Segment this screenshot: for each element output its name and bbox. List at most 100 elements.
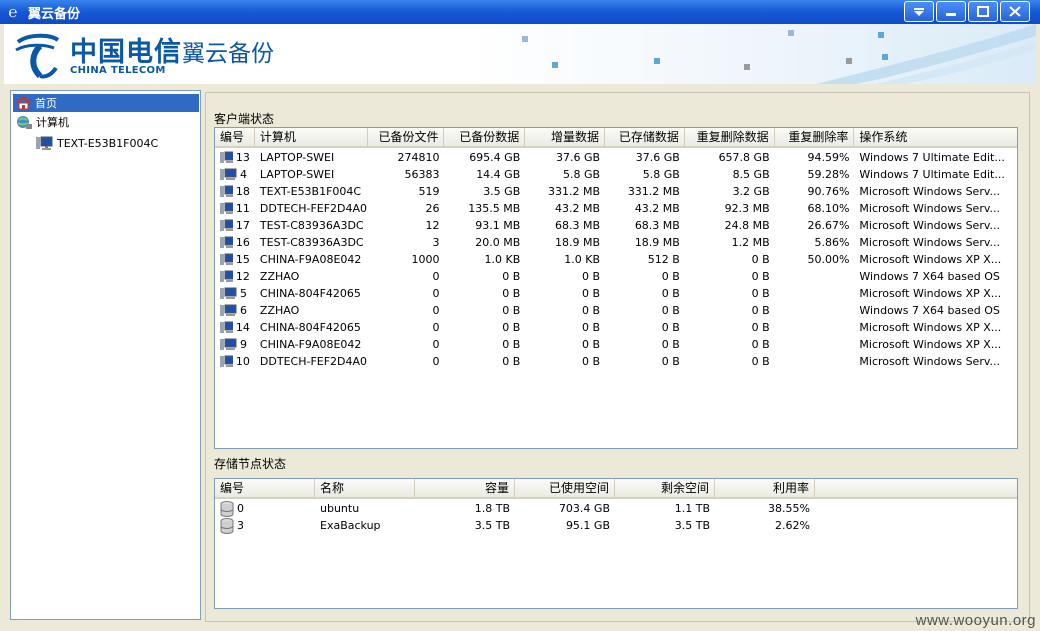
cell-id-text: 0 <box>237 502 244 515</box>
table-row[interactable]: 18 TEXT-E53B1F004C 519 3.5 GB 331.2 MB 331.2 … <box>215 183 1017 200</box>
storage-status-table[interactable]: 编号 名称 容量 已使用空间 剩余空间 利用率 0 ubuntu 1.8 TB 703… <box>214 478 1018 609</box>
cell-files: 0 <box>432 338 440 351</box>
col-header-incremental[interactable]: 增量数据 <box>525 128 606 146</box>
computer-icon <box>220 151 233 163</box>
col-header-dedup-rate[interactable]: 重复删除率 <box>775 128 855 146</box>
cell-id-text: 10 <box>235 355 250 368</box>
home-icon <box>16 96 31 110</box>
cell-rate: 26.67% <box>807 219 850 232</box>
table-row[interactable]: 4 LAPTOP-SWEI 56383 14.4 GB 5.8 GB 5.8 GB 8.5 … <box>215 166 1017 183</box>
cell-stored: 37.6 GB <box>635 151 680 164</box>
cell-incr: 0 B <box>582 338 601 351</box>
cell-incr: 5.8 GB <box>562 168 601 181</box>
cell-os: Microsoft Windows Serv... <box>859 236 1000 249</box>
table-row[interactable]: 0 ubuntu 1.8 TB 703.4 GB 1.1 TB 38.55% <box>215 500 1017 517</box>
client-status-table[interactable]: 编号 计算机 已备份文件 已备份数据 增量数据 已存储数据 重复删除数据 重复删… <box>214 127 1018 449</box>
col-header-used[interactable]: 已使用空间 <box>515 479 615 497</box>
cell-files: 56383 <box>404 168 440 181</box>
network-globe-icon <box>17 115 32 129</box>
cell-files: 26 <box>425 202 440 215</box>
dropdown-button[interactable] <box>904 1 934 22</box>
minimize-button[interactable] <box>936 1 966 22</box>
cell-backed: 20.0 MB <box>475 236 521 249</box>
table-row[interactable]: 13 LAPTOP-SWEI 274810 695.4 GB 37.6 GB 37.6 G… <box>215 149 1017 166</box>
col-header-id[interactable]: 编号 <box>215 128 255 146</box>
cell-used: 95.1 GB <box>565 519 610 532</box>
close-button[interactable] <box>1000 1 1030 22</box>
cell-id: 15 <box>215 253 255 266</box>
cell-files: 0 <box>432 287 440 300</box>
cell-stored: 0 B <box>661 321 680 334</box>
storage-rows: 0 ubuntu 1.8 TB 703.4 GB 1.1 TB 38.55% 3 ExaBac… <box>215 499 1017 534</box>
maximize-button[interactable] <box>968 1 998 22</box>
cell-files: 0 <box>432 270 440 283</box>
col-header-stored[interactable]: 已存储数据 <box>605 128 685 146</box>
col-header-computer[interactable]: 计算机 <box>255 128 368 146</box>
table-row[interactable]: 15 CHINA-F9A08E042 1000 1.0 KB 1.0 KB 512 B 0 … <box>215 251 1017 268</box>
computer-icon <box>220 253 233 265</box>
cell-files: 3 <box>432 236 440 249</box>
table-row[interactable]: 17 TEST-C83936A3DC 12 93.1 MB 68.3 MB 68.3 MB… <box>215 217 1017 234</box>
col-header-files[interactable]: 已备份文件 <box>368 128 445 146</box>
cell-backed: 135.5 MB <box>468 202 521 215</box>
computer-icon <box>220 304 237 316</box>
navigation-tree[interactable]: 首页 计算机 TEXT-E53B1F004C <box>10 90 201 620</box>
computer-icon <box>220 168 237 180</box>
cell-id: 3 <box>215 517 315 534</box>
cell-files: 519 <box>418 185 440 198</box>
table-row[interactable]: 16 TEST-C83936A3DC 3 20.0 MB 18.9 MB 18.9 MB 1… <box>215 234 1017 251</box>
computer-icon <box>220 321 233 333</box>
minimize-icon <box>946 12 956 16</box>
cell-dedup: 0 B <box>751 270 770 283</box>
col-header-free[interactable]: 剩余空间 <box>615 479 715 497</box>
cell-dedup: 657.8 GB <box>718 151 770 164</box>
cell-os: Microsoft Windows XP X... <box>859 253 1002 266</box>
tree-item-home[interactable]: 首页 <box>13 94 199 112</box>
table-row[interactable]: 3 ExaBackup 3.5 TB 95.1 GB 3.5 TB 2.62% <box>215 517 1017 534</box>
cell-incr: 18.9 MB <box>555 236 601 249</box>
watermark: www.wooyun.org <box>915 612 1036 629</box>
storage-disk-icon <box>220 500 234 517</box>
table-row[interactable]: 10 DDTECH-FEF2D4A0 0 0 B 0 B 0 B 0 B Microsoft … <box>215 353 1017 370</box>
table-row[interactable]: 9 CHINA-F9A08E042 0 0 B 0 B 0 B 0 B Microsoft W… <box>215 336 1017 353</box>
table-row[interactable]: 6 ZZHAO 0 0 B 0 B 0 B 0 B Windows 7 X64 based O… <box>215 302 1017 319</box>
decor-swoosh <box>816 24 1036 84</box>
brand-banner: 中国电信 CHINA TELECOM 翼云备份 <box>4 24 1036 84</box>
cell-backed: 0 B <box>502 355 521 368</box>
tree-item-computer-node[interactable]: TEXT-E53B1F004C <box>33 134 158 152</box>
cell-id-text: 12 <box>235 270 250 283</box>
computer-icon <box>220 355 233 367</box>
cell-id: 9 <box>215 338 255 351</box>
logo-english-text: CHINA TELECOM <box>70 65 166 76</box>
col-header-id[interactable]: 编号 <box>215 479 315 497</box>
cell-files: 0 <box>432 321 440 334</box>
cell-computer: TEXT-E53B1F004C <box>259 185 362 198</box>
col-header-capacity[interactable]: 容量 <box>415 479 515 497</box>
col-header-backed[interactable]: 已备份数据 <box>444 128 526 146</box>
cell-os: Microsoft Windows Serv... <box>859 202 1000 215</box>
client-rows: 13 LAPTOP-SWEI 274810 695.4 GB 37.6 GB 37.6 G… <box>215 148 1017 370</box>
table-row[interactable]: 5 CHINA-804F42065 0 0 B 0 B 0 B 0 B Microsoft W… <box>215 285 1017 302</box>
table-row[interactable]: 14 CHINA-804F42065 0 0 B 0 B 0 B 0 B Microsoft … <box>215 319 1017 336</box>
computer-icon <box>220 202 233 214</box>
col-header-usage[interactable]: 利用率 <box>715 479 815 497</box>
table-row[interactable]: 11 DDTECH-FEF2D4A0 26 135.5 MB 43.2 MB 43.2 M… <box>215 200 1017 217</box>
title-bar[interactable]: ℮ 翼云备份 <box>0 0 1040 24</box>
tree-item-computers[interactable]: 计算机 <box>13 113 69 131</box>
cell-os: Microsoft Windows XP X... <box>859 287 1002 300</box>
cell-capacity: 1.8 TB <box>474 502 510 515</box>
col-header-os[interactable]: 操作系统 <box>854 128 1017 146</box>
cell-incr: 0 B <box>582 287 601 300</box>
cell-files: 0 <box>432 355 440 368</box>
col-header-name[interactable]: 名称 <box>315 479 415 497</box>
col-header-dedup[interactable]: 重复删除数据 <box>685 128 775 146</box>
cell-os: Microsoft Windows Serv... <box>859 219 1000 232</box>
cell-dedup: 24.8 MB <box>724 219 770 232</box>
cell-used: 703.4 GB <box>558 502 610 515</box>
cell-id: 5 <box>215 287 255 300</box>
cell-id-text: 4 <box>240 168 247 181</box>
table-row[interactable]: 12 ZZHAO 0 0 B 0 B 0 B 0 B Windows 7 X64 based … <box>215 268 1017 285</box>
cell-backed: 14.4 GB <box>476 168 521 181</box>
cell-backed: 93.1 MB <box>475 219 521 232</box>
cell-computer: TEST-C83936A3DC <box>259 219 364 232</box>
